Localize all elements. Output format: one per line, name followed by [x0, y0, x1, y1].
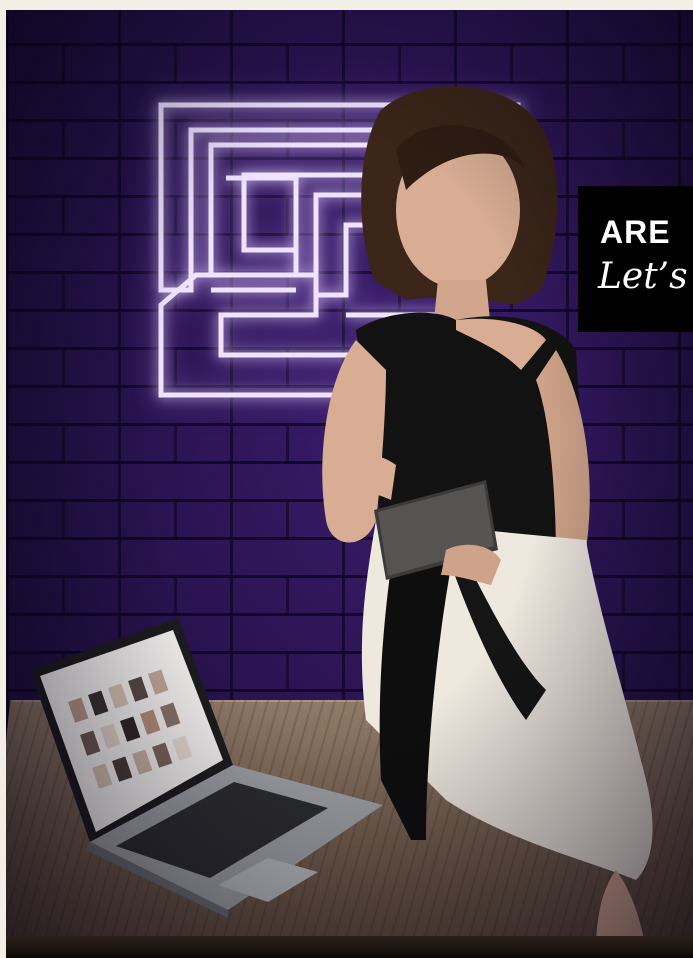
hero-photo	[6, 10, 693, 958]
table-edge	[6, 936, 693, 958]
photo-vignette	[6, 10, 693, 958]
promo-banner: ARE Let’s	[578, 186, 693, 332]
promo-heading: ARE	[600, 214, 671, 250]
promo-script-text: Let’s	[598, 256, 688, 297]
